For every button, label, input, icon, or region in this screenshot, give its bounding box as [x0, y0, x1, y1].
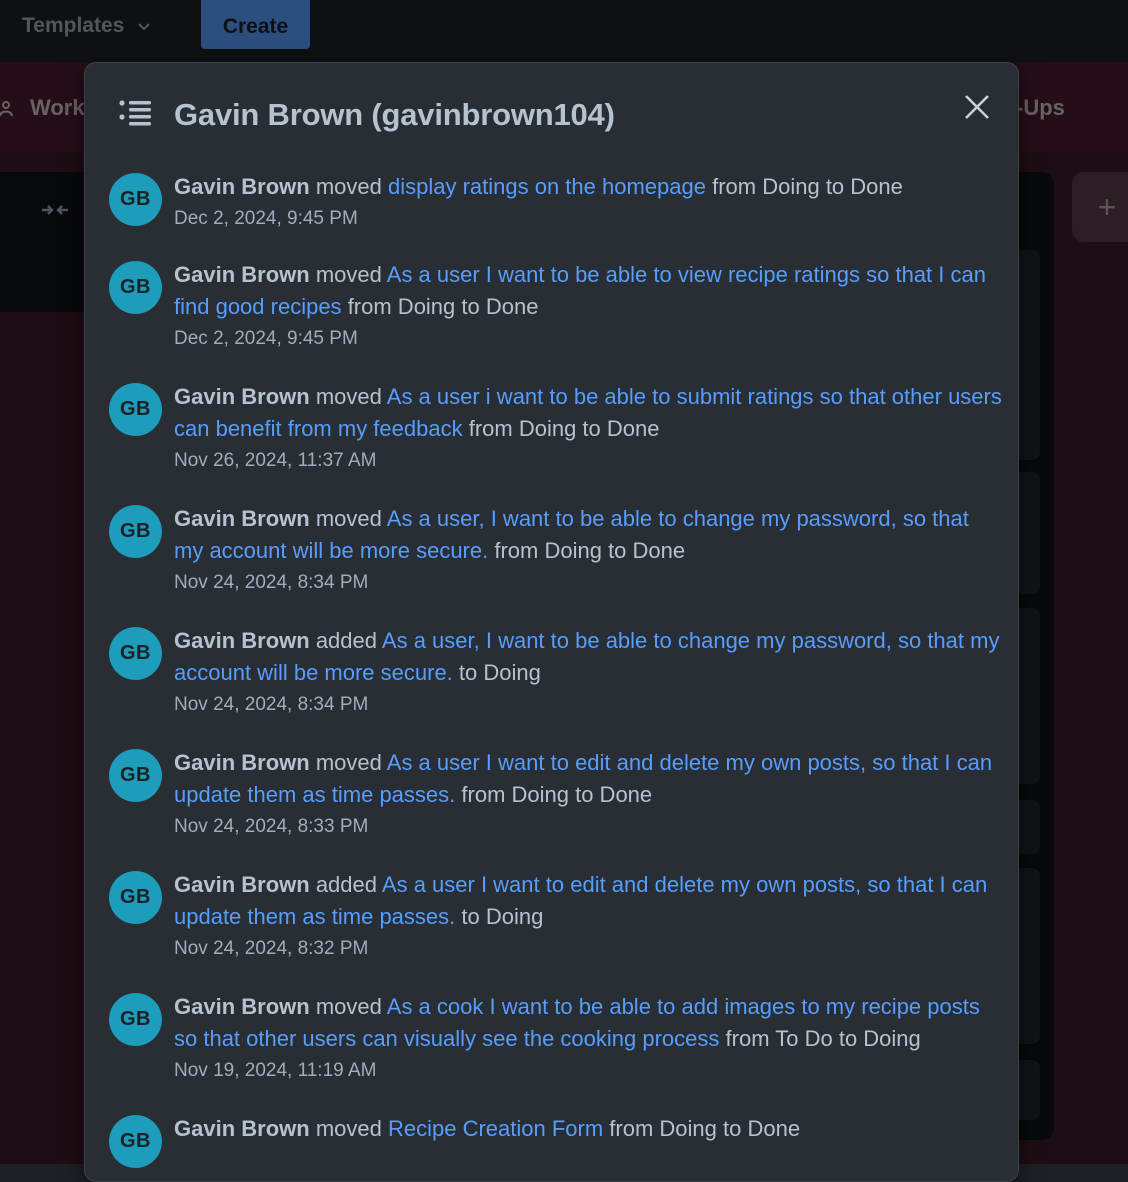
- activity-entry: GBGavin Brown moved As a user I want to …: [85, 747, 1018, 843]
- action-verb: moved: [316, 1116, 382, 1141]
- action-detail: from Doing to Done: [609, 1116, 800, 1141]
- action-verb: added: [316, 628, 377, 653]
- action-verb: moved: [316, 174, 382, 199]
- action-verb: moved: [316, 262, 382, 287]
- activity-timestamp[interactable]: Dec 2, 2024, 9:45 PM: [174, 203, 1004, 235]
- action-detail: from Doing to Done: [494, 538, 685, 563]
- member-name[interactable]: Gavin Brown: [174, 262, 310, 287]
- avatar[interactable]: GB: [109, 1115, 162, 1168]
- activity-entry: GBGavin Brown added As a user I want to …: [85, 869, 1018, 965]
- activity-entry: GBGavin Brown moved Recipe Creation Form…: [85, 1113, 1018, 1145]
- modal-header: Gavin Brown (gavinbrown104): [85, 63, 1018, 163]
- activity-text: Gavin Brown moved As a cook I want to be…: [174, 991, 1004, 1055]
- action-detail: to Doing: [459, 660, 541, 685]
- action-verb: moved: [316, 750, 382, 775]
- activity-text: Gavin Brown moved As a user i want to be…: [174, 381, 1004, 445]
- action-verb: moved: [316, 384, 382, 409]
- action-detail: from Doing to Done: [461, 782, 652, 807]
- activity-timestamp[interactable]: Nov 24, 2024, 8:33 PM: [174, 811, 1004, 843]
- action-verb: moved: [316, 506, 382, 531]
- avatar[interactable]: GB: [109, 261, 162, 314]
- member-name[interactable]: Gavin Brown: [174, 994, 310, 1019]
- activity-timestamp[interactable]: Dec 2, 2024, 9:45 PM: [174, 323, 1004, 355]
- action-detail: from To Do to Doing: [726, 1026, 921, 1051]
- activity-entry: GBGavin Brown added As a user, I want to…: [85, 625, 1018, 721]
- modal-title: Gavin Brown (gavinbrown104): [174, 97, 615, 133]
- activity-timestamp[interactable]: Nov 24, 2024, 8:32 PM: [174, 933, 1004, 965]
- activity-entry: GBGavin Brown moved As a cook I want to …: [85, 991, 1018, 1087]
- activity-modal: Gavin Brown (gavinbrown104) GBGavin Brow…: [84, 62, 1019, 1182]
- card-link[interactable]: Recipe Creation Form: [388, 1116, 603, 1141]
- activity-timestamp[interactable]: Nov 26, 2024, 11:37 AM: [174, 445, 1004, 477]
- activity-text: Gavin Brown added As a user I want to ed…: [174, 869, 1004, 933]
- activity-timestamp[interactable]: Nov 24, 2024, 8:34 PM: [174, 689, 1004, 721]
- activity-entry: GB Gavin Brown moved display ratings on t…: [85, 171, 1018, 235]
- avatar[interactable]: GB: [109, 993, 162, 1046]
- activity-list: GB Gavin Brown moved display ratings on t…: [85, 171, 1018, 1171]
- activity-text: Gavin Brown moved As a user, I want to b…: [174, 503, 1004, 567]
- activity-entry: GBGavin Brown moved As a user i want to …: [85, 381, 1018, 477]
- member-name[interactable]: Gavin Brown: [174, 750, 310, 775]
- avatar[interactable]: GB: [109, 627, 162, 680]
- action-detail: from Doing to Done: [712, 174, 903, 199]
- avatar[interactable]: GB: [109, 505, 162, 558]
- action-verb: moved: [316, 994, 382, 1019]
- member-name[interactable]: Gavin Brown: [174, 1116, 310, 1141]
- avatar[interactable]: GB: [109, 383, 162, 436]
- member-name[interactable]: Gavin Brown: [174, 628, 310, 653]
- activity-timestamp[interactable]: Nov 24, 2024, 8:34 PM: [174, 567, 1004, 599]
- close-button[interactable]: [955, 85, 999, 129]
- action-detail: to Doing: [461, 904, 543, 929]
- avatar[interactable]: GB: [109, 749, 162, 802]
- activity-entry: GBGavin Brown moved As a user, I want to…: [85, 503, 1018, 599]
- activity-text: Gavin Brown moved Recipe Creation Form f…: [174, 1113, 1004, 1145]
- avatar[interactable]: GB: [109, 173, 162, 226]
- activity-list-icon: [119, 99, 153, 127]
- activity-text: Gavin Brown moved display ratings on the…: [174, 171, 1004, 203]
- action-detail: from Doing to Done: [348, 294, 539, 319]
- activity-text: Gavin Brown added As a user, I want to b…: [174, 625, 1004, 689]
- member-name[interactable]: Gavin Brown: [174, 384, 310, 409]
- member-name[interactable]: Gavin Brown: [174, 872, 310, 897]
- card-link[interactable]: display ratings on the homepage: [388, 174, 706, 199]
- action-verb: added: [316, 872, 377, 897]
- activity-text: Gavin Brown moved As a user I want to be…: [174, 259, 1004, 323]
- activity-entry: GBGavin Brown moved As a user I want to …: [85, 259, 1018, 355]
- member-name[interactable]: Gavin Brown: [174, 174, 310, 199]
- action-detail: from Doing to Done: [469, 416, 660, 441]
- activity-timestamp[interactable]: Nov 19, 2024, 11:19 AM: [174, 1055, 1004, 1087]
- close-icon: [964, 94, 990, 120]
- activity-text: Gavin Brown moved As a user I want to ed…: [174, 747, 1004, 811]
- avatar[interactable]: GB: [109, 871, 162, 924]
- member-name[interactable]: Gavin Brown: [174, 506, 310, 531]
